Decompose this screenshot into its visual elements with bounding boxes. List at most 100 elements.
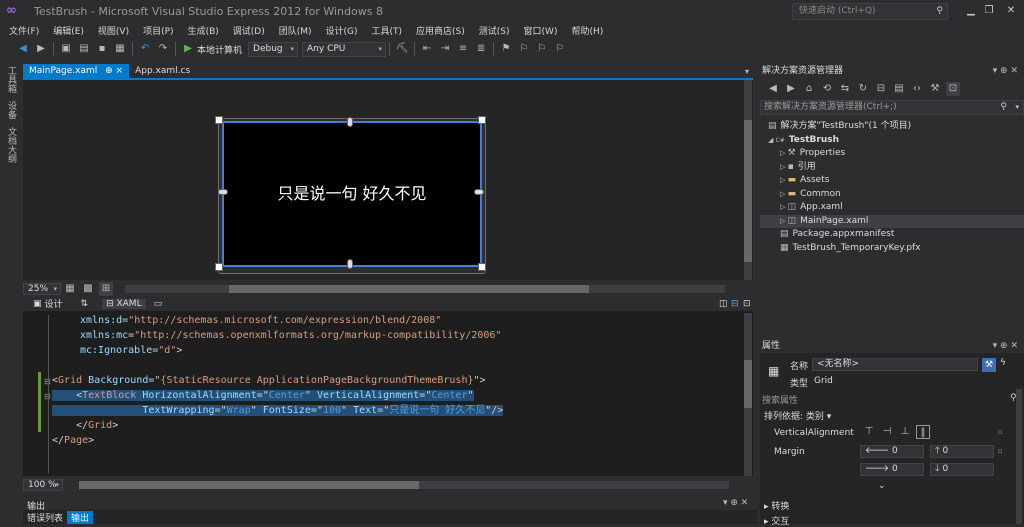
design-tab[interactable]: 设计 [45,297,63,310]
margin-bottom-input[interactable]: 🡓 0 [930,463,994,476]
search-properties-input[interactable]: 搜索属性 [762,393,798,406]
tree-item[interactable]: ▷ ◫ MainPage.xaml [760,214,1024,228]
tree-item[interactable]: ▤ 解决方案"TestBrush"(1 个项目) [760,120,1024,134]
collapse-all-icon[interactable]: ⊟ [874,82,888,96]
margin-top-input[interactable]: 🡑 0 [930,445,994,458]
menu-window[interactable]: 窗口(W) [524,24,558,37]
tree-item[interactable]: ◢ C# TestBrush [760,134,1024,148]
designer-horizontal-scrollbar[interactable] [125,285,725,293]
tree-item[interactable]: ▷ ◫ App.xaml [760,201,1024,215]
error-list-tab[interactable]: 错误列表 [23,511,67,524]
editor-scroll-thumb[interactable] [744,360,752,408]
grid-icon[interactable]: ▦ [63,282,77,296]
preview-icon[interactable]: ⊡ [946,82,960,96]
indent-icon[interactable]: ⇤ [420,42,434,56]
xaml-tab[interactable]: ⊟ XAML [102,298,146,309]
align-bottom-icon[interactable]: ⊥ [898,425,912,439]
tree-item[interactable]: ▷ ⚒ Properties [760,147,1024,161]
panel-controls[interactable]: ▾ ⊕ ✕ [993,64,1018,78]
expand-arrow-icon[interactable]: ▷ [780,176,788,184]
menu-debug[interactable]: 调试(D) [233,24,265,37]
platform-select[interactable]: Any CPU ▾ [302,41,387,57]
resize-handle[interactable] [478,263,486,271]
code-line[interactable]: <Grid Background="{StaticResource Applic… [52,373,486,388]
expand-arrow-icon[interactable]: ▷ [780,217,788,225]
start-debug-icon[interactable]: ▶ [181,42,195,56]
sync-icon[interactable]: ⟲ [820,82,834,96]
open-icon[interactable]: ▤ [77,42,91,56]
menu-store[interactable]: 应用商店(S) [416,24,465,37]
comment-icon[interactable]: ≡ [456,42,470,56]
tree-item[interactable]: ▦ TestBrush_TemporaryKey.pfx [760,242,1024,256]
editor-zoom-select[interactable]: 100 % ▾ [23,479,63,491]
menu-file[interactable]: 文件(F) [9,24,39,37]
resize-handle[interactable] [478,116,486,124]
menu-design[interactable]: 设计(G) [326,24,358,37]
document-outline-tab[interactable]: 文档大纲 [5,127,18,163]
find-icon[interactable]: ⛏ [395,42,409,56]
next-bookmark-icon[interactable]: ⚐ [535,42,549,56]
close-button[interactable]: ✕ [998,3,1024,19]
code-line[interactable]: xmlns:mc="http://schemas.openxmlformats.… [80,328,501,343]
margin-left-input[interactable]: 🡐 0 [860,445,924,458]
expand-arrow-icon[interactable]: ▷ [780,190,788,198]
tree-item[interactable]: ▷ ▬ Common [760,188,1024,202]
editor-hscroll-thumb[interactable] [79,481,419,489]
back-icon[interactable]: ◀ [16,42,30,56]
output-tab[interactable]: 输出 [67,510,94,524]
tree-item[interactable]: ▤ Package.appxmanifest [760,228,1024,242]
code-line[interactable]: <TextBlock HorizontalAlignment="Center" … [52,388,474,403]
expand-arrow-icon[interactable]: ▷ [780,163,788,171]
new-project-icon[interactable]: ▣ [59,42,73,56]
designer-scroll-thumb[interactable] [744,120,752,262]
refresh-icon[interactable]: ↻ [856,82,870,96]
property-marker-icon[interactable]: ▫ [998,447,1003,455]
align-top-icon[interactable]: ⊤ [862,425,876,439]
properties-view-button[interactable]: ⚒ [982,358,996,372]
properties-scrollbar[interactable] [1016,389,1022,524]
device-tab[interactable]: 设备 [5,101,18,119]
menu-view[interactable]: 视图(V) [98,24,129,37]
transform-section[interactable]: ▸ 转换 [764,499,789,512]
tree-item[interactable]: ▷ ▬ Assets [760,174,1024,188]
expand-arrow-icon[interactable]: ▷ [780,203,788,211]
textblock-preview[interactable]: 只是说一句 好久不见 [222,180,482,204]
vertical-split-icon[interactable]: ◫ [719,299,728,309]
pin-close-icon[interactable]: ⊕ × [105,66,123,76]
swap-panes-button[interactable]: ⇅ [81,299,89,309]
property-marker-icon[interactable]: ▫ [998,428,1003,436]
menu-test[interactable]: 测试(S) [479,24,510,37]
snap-lines-icon[interactable]: ⊞ [99,282,113,296]
popout-icon[interactable]: ▭ [154,299,163,309]
tab-app-xaml-cs[interactable]: App.xaml.cs [129,64,196,78]
resize-handle[interactable] [215,116,223,124]
panel-controls[interactable]: ▾ ⊕ ✕ [993,339,1018,353]
code-line[interactable]: </Page> [52,433,94,448]
switch-views-icon[interactable]: ⇆ [838,82,852,96]
tree-item[interactable]: ▷ ▪ 引用 [760,161,1024,175]
horizontal-split-icon[interactable]: ⊟ [731,299,739,309]
properties-icon[interactable]: ⚒ [928,82,942,96]
arrange-by-button[interactable]: 排列依据: 类别 ▾ [764,409,831,422]
interaction-section[interactable]: ▸ 交互 [764,514,789,527]
align-center-icon[interactable]: ⊣ [880,425,894,439]
collapse-pane-icon[interactable]: ⊡ [743,299,751,309]
events-view-button[interactable]: ϟ [1000,358,1006,368]
margin-right-input[interactable]: 🡒 0 [860,463,924,476]
menu-team[interactable]: 团队(M) [279,24,312,37]
menu-tools[interactable]: 工具(T) [372,24,403,37]
code-line[interactable]: TextWrapping="Wrap" FontSize="100" Text=… [52,403,504,418]
name-input[interactable]: <无名称> [812,358,978,371]
forward-icon[interactable]: ▶ [784,82,798,96]
tab-overflow-icon[interactable]: ▾ [745,67,749,76]
solution-search-input[interactable]: 搜索解决方案资源管理器(Ctrl+;) ⚲ ▾ [760,100,1024,115]
resize-handle[interactable] [215,263,223,271]
margin-knob[interactable] [347,117,353,127]
margin-knob[interactable] [347,259,353,269]
show-all-files-icon[interactable]: ▤ [892,82,906,96]
prev-bookmark-icon[interactable]: ⚐ [517,42,531,56]
code-line[interactable]: </Grid> [52,418,118,433]
editor-horizontal-scrollbar[interactable] [79,481,729,489]
save-all-icon[interactable]: ▦ [113,42,127,56]
save-icon[interactable]: ▪ [95,42,109,56]
